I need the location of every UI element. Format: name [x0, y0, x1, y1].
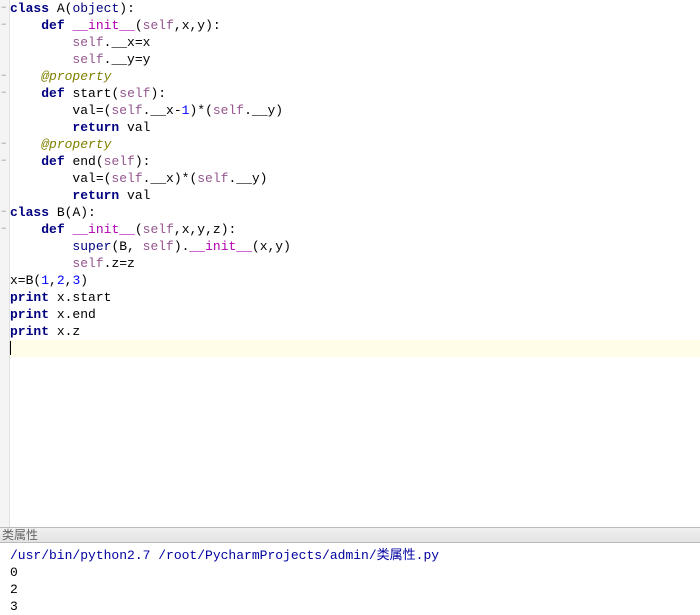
code-line[interactable]: self.z=z: [10, 255, 700, 272]
fold-toggle-icon[interactable]: −: [1, 73, 8, 80]
code-line[interactable]: return val: [10, 119, 700, 136]
current-line[interactable]: [10, 340, 700, 357]
console-output-line: 0: [10, 564, 690, 581]
code-line[interactable]: @property: [10, 68, 700, 85]
code-line[interactable]: class B(A):: [10, 204, 700, 221]
code-editor[interactable]: − − − − − − − − class A(object): def __init__(s…: [0, 0, 700, 527]
code-line[interactable]: super(B, self).__init__(x,y): [10, 238, 700, 255]
code-line[interactable]: return val: [10, 187, 700, 204]
code-line[interactable]: print x.z: [10, 323, 700, 340]
fold-toggle-icon[interactable]: −: [1, 141, 8, 148]
code-line[interactable]: print x.start: [10, 289, 700, 306]
code-line[interactable]: def __init__(self,x,y,z):: [10, 221, 700, 238]
code-line[interactable]: x=B(1,2,3): [10, 272, 700, 289]
code-line[interactable]: self.__x=x: [10, 34, 700, 51]
code-line[interactable]: def start(self):: [10, 85, 700, 102]
code-line[interactable]: val=(self.__x)*(self.__y): [10, 170, 700, 187]
code-line[interactable]: self.__y=y: [10, 51, 700, 68]
console-command-line: /usr/bin/python2.7 /root/PycharmProjects…: [10, 547, 690, 564]
fold-toggle-icon[interactable]: −: [1, 90, 8, 97]
console-output[interactable]: /usr/bin/python2.7 /root/PycharmProjects…: [0, 543, 700, 593]
code-line[interactable]: @property: [10, 136, 700, 153]
code-line[interactable]: class A(object):: [10, 0, 700, 17]
code-line[interactable]: def __init__(self,x,y):: [10, 17, 700, 34]
fold-toggle-icon[interactable]: −: [1, 209, 8, 216]
fold-toggle-icon[interactable]: −: [1, 5, 8, 12]
gutter: − − − − − − − −: [0, 0, 10, 527]
code-line[interactable]: val=(self.__x-1)*(self.__y): [10, 102, 700, 119]
text-cursor: [10, 341, 11, 355]
fold-toggle-icon[interactable]: −: [1, 226, 8, 233]
code-line[interactable]: def end(self):: [10, 153, 700, 170]
code-line[interactable]: print x.end: [10, 306, 700, 323]
run-panel-label[interactable]: 类属性: [0, 527, 700, 543]
fold-toggle-icon[interactable]: −: [1, 22, 8, 29]
console-output-line: 2: [10, 581, 690, 598]
fold-toggle-icon[interactable]: −: [1, 158, 8, 165]
console-output-line: 3: [10, 598, 690, 615]
